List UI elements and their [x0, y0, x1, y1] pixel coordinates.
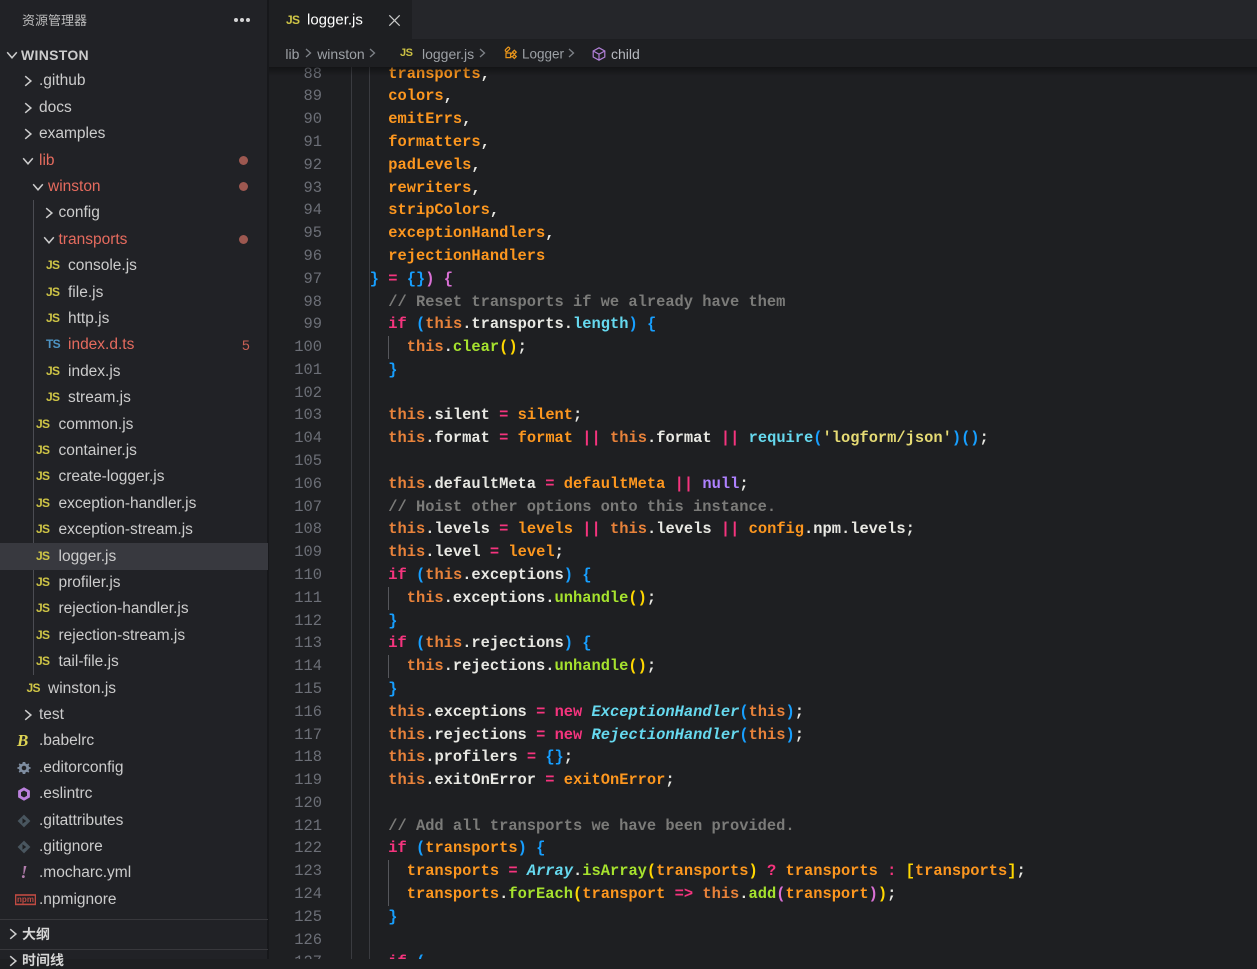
svg-text:npm: npm: [17, 895, 34, 904]
